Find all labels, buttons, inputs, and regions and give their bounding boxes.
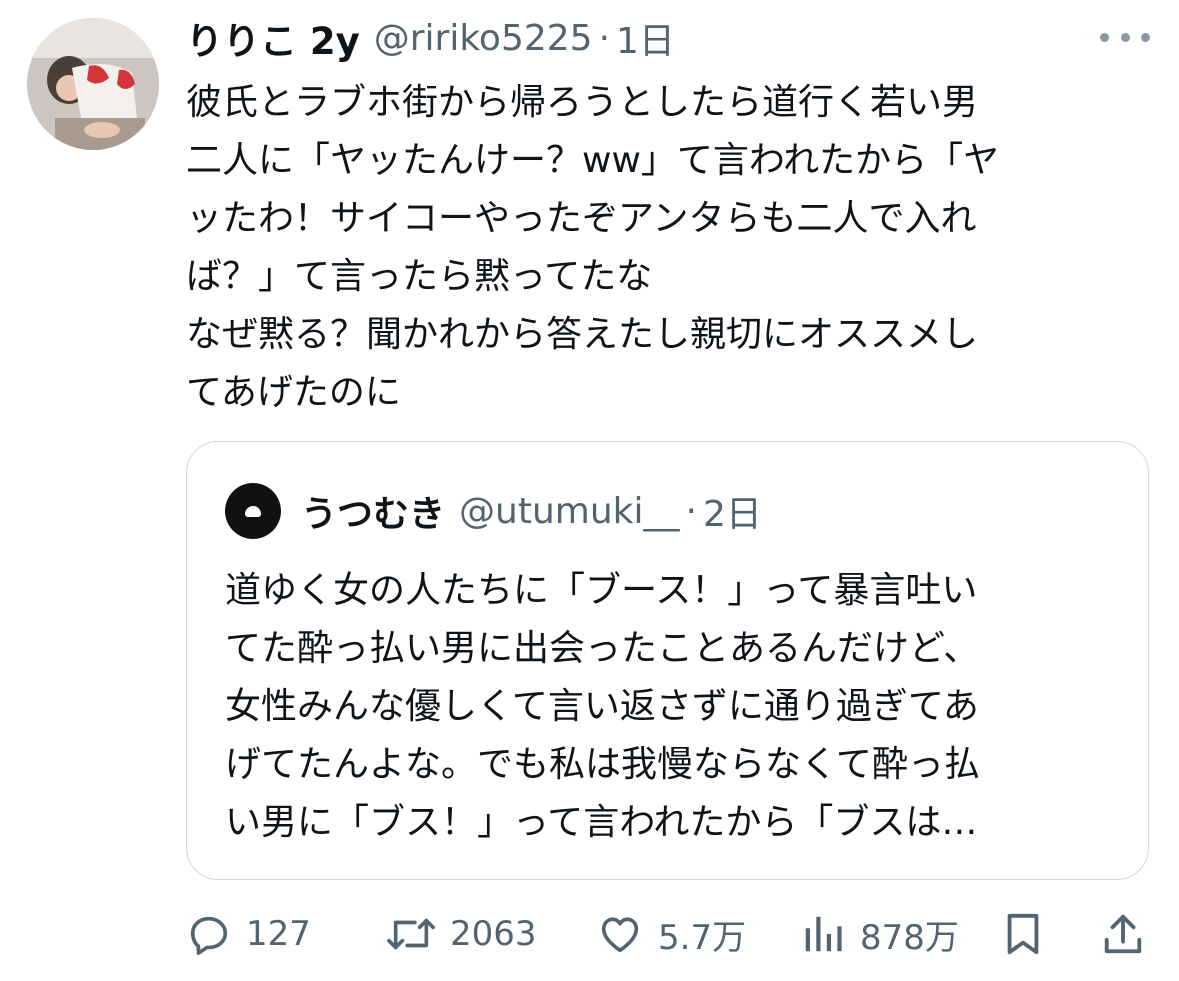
reply-count: 127 (246, 914, 311, 954)
tweet-text-line: なぜ黙る？聞かれから答えたし親切にオススメし (186, 314, 979, 355)
repost-count: 2063 (450, 914, 537, 954)
quoted-author-name: うつむき (301, 494, 446, 535)
quoted-tweet-header: うつむき @utumuki__ · 2日 (225, 483, 762, 539)
quoted-text-line: い男に「ブス！」って言われたから「ブスは… (225, 802, 978, 843)
quoted-text-line: 道ゆく女の人たちに「ブース！」って暴言吐い (225, 570, 978, 611)
action-bar: 127 2063 5.7万 878万 (186, 906, 1146, 962)
tweet-timestamp[interactable]: 1日 (616, 12, 675, 64)
like-button[interactable]: 5.7万 (596, 906, 746, 962)
dot (1120, 32, 1130, 42)
share-button[interactable] (1100, 906, 1146, 962)
quoted-text-line: 女性みんな優しくて言い返さずに通り過ぎてあ (225, 686, 979, 727)
dot (1141, 32, 1150, 42)
quoted-text-line: てた酔っ払い男に出会ったことあるんだけど、 (225, 628, 980, 669)
tweet-text-line: ば？」て言ったら黙ってたな (186, 256, 653, 297)
quoted-text-line: げてたんよな。でも私は我慢ならなくて酔っ払 (225, 744, 980, 785)
heart-icon (601, 917, 639, 953)
tweet-text-line: てあげたのに (186, 372, 401, 413)
repost-arrows-icon (387, 918, 435, 950)
author-name[interactable]: りりこ 2y (186, 11, 360, 65)
author-avatar[interactable] (27, 18, 159, 150)
bookmark-button[interactable] (1000, 906, 1046, 962)
more-dots-icon[interactable] (1100, 22, 1150, 52)
quoted-tweet-card[interactable]: うつむき @utumuki__ · 2日 道ゆく女の人たちに「ブース！」って暴言… (186, 441, 1149, 880)
bookmark-icon (1007, 913, 1039, 955)
separator-dot: · (685, 490, 697, 532)
quoted-tweet-text: 道ゆく女の人たちに「ブース！」って暴言吐い てた酔っ払い男に出会ったことあるんだ… (225, 562, 1125, 852)
repost-button[interactable]: 2063 (386, 906, 537, 962)
view-count: 878万 (860, 917, 959, 958)
tweet-text-line: 二人に「ヤッたんけー？ww」て言われたから「ヤ (186, 140, 1000, 181)
tweet-header: りりこ 2y @ririko5225 · 1日 (186, 11, 675, 65)
dot (1100, 32, 1109, 42)
author-handle[interactable]: @ririko5225 (374, 18, 593, 59)
quoted-tweet-timestamp: 2日 (702, 494, 762, 535)
quoted-author-avatar (225, 483, 281, 539)
bar-chart-icon (805, 916, 842, 952)
views-button[interactable]: 878万 (800, 906, 959, 962)
share-upload-icon (1104, 914, 1142, 954)
separator-dot: · (598, 17, 611, 59)
like-count: 5.7万 (658, 917, 747, 958)
quoted-author-handle: @utumuki__ (459, 490, 680, 532)
reply-button[interactable]: 127 (186, 906, 311, 962)
tweet-text-line: ッたわ！サイコーやったぞアンタらも二人で入れ (186, 198, 977, 239)
tweet-text-line: 彼氏とラブホ街から帰ろうとしたら道行く若い男 (186, 82, 979, 123)
speech-bubble-icon (190, 916, 228, 955)
tweet-text: 彼氏とラブホ街から帰ろうとしたら道行く若い男 二人に「ヤッたんけー？ww」て言わ… (186, 74, 1146, 422)
